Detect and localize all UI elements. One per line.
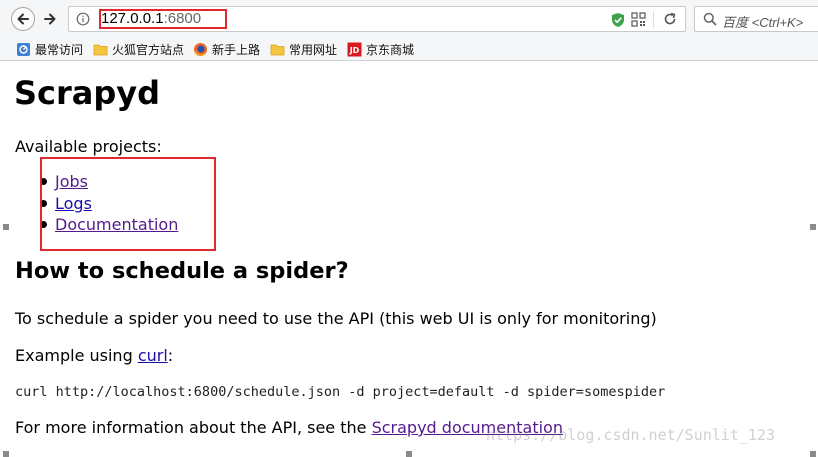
reload-icon[interactable] bbox=[663, 12, 677, 26]
forward-arrow-icon bbox=[44, 13, 56, 25]
back-button[interactable] bbox=[11, 7, 35, 31]
bookmarks-toolbar: 最常访问 火狐官方站点 新手上路 常用网址 JD 京东商城 bbox=[0, 37, 818, 61]
navigation-bar: 127.0.0.1:6800 百度 <Ctrl+K> bbox=[0, 0, 818, 37]
page-content: Scrapyd Available projects: Jobs Logs Do… bbox=[0, 62, 818, 457]
list-item: Jobs bbox=[40, 171, 178, 193]
firefox-icon bbox=[194, 43, 207, 56]
back-arrow-icon bbox=[17, 13, 29, 25]
bookmark-label: 常用网址 bbox=[289, 43, 338, 57]
folder-icon bbox=[270, 44, 285, 56]
url-text[interactable]: 127.0.0.1:6800 bbox=[101, 10, 201, 27]
info-icon[interactable] bbox=[76, 12, 90, 26]
bookmark-label: 新手上路 bbox=[212, 43, 261, 57]
search-icon bbox=[703, 12, 717, 26]
bookmark-jd-mall[interactable]: JD 京东商城 bbox=[347, 41, 414, 58]
jd-icon: JD bbox=[347, 42, 362, 57]
more-info-text: For more information about the API, see … bbox=[15, 418, 563, 437]
url-bar[interactable]: 127.0.0.1:6800 bbox=[68, 6, 686, 32]
forward-button[interactable] bbox=[40, 7, 60, 31]
logs-link[interactable]: Logs bbox=[55, 194, 92, 213]
bookmark-label: 火狐官方站点 bbox=[112, 43, 185, 57]
url-host: 127.0.0.1 bbox=[101, 10, 164, 27]
watermark: https://blog.csdn.net/Sunlit_123 bbox=[486, 426, 775, 444]
example-suffix: : bbox=[167, 346, 174, 365]
qr-code-icon[interactable] bbox=[631, 12, 646, 27]
bookmark-common-sites[interactable]: 常用网址 bbox=[270, 41, 337, 58]
example-text: Example using curl: bbox=[15, 346, 173, 365]
bookmark-label: 最常访问 bbox=[35, 43, 84, 57]
curl-link[interactable]: curl bbox=[138, 346, 168, 365]
bookmark-getting-started[interactable]: 新手上路 bbox=[193, 41, 260, 58]
search-placeholder: 百度 <Ctrl+K> bbox=[722, 15, 804, 30]
bookmark-firefox-official[interactable]: 火狐官方站点 bbox=[93, 41, 184, 58]
list-item: Documentation bbox=[40, 214, 178, 236]
example-prefix: Example using bbox=[15, 346, 138, 365]
most-visited-icon bbox=[17, 43, 30, 56]
projects-list: Jobs Logs Documentation bbox=[40, 171, 178, 236]
shield-icon[interactable] bbox=[611, 12, 625, 28]
schedule-heading: How to schedule a spider? bbox=[15, 258, 349, 284]
search-box[interactable]: 百度 <Ctrl+K> bbox=[694, 6, 818, 32]
more-info-prefix: For more information about the API, see … bbox=[15, 418, 372, 437]
page-title: Scrapyd bbox=[14, 74, 161, 112]
folder-icon bbox=[93, 44, 108, 56]
bookmark-most-visited[interactable]: 最常访问 bbox=[16, 41, 83, 58]
url-separator bbox=[653, 11, 654, 28]
list-item: Logs bbox=[40, 193, 178, 215]
svg-text:JD: JD bbox=[349, 46, 360, 55]
projects-intro: Available projects: bbox=[15, 137, 162, 156]
code-example: curl http://localhost:6800/schedule.json… bbox=[15, 384, 666, 400]
bookmark-label: 京东商城 bbox=[366, 43, 415, 57]
documentation-link[interactable]: Documentation bbox=[55, 215, 178, 234]
schedule-text: To schedule a spider you need to use the… bbox=[15, 309, 657, 328]
jobs-link[interactable]: Jobs bbox=[55, 172, 88, 191]
url-port: :6800 bbox=[163, 10, 202, 27]
